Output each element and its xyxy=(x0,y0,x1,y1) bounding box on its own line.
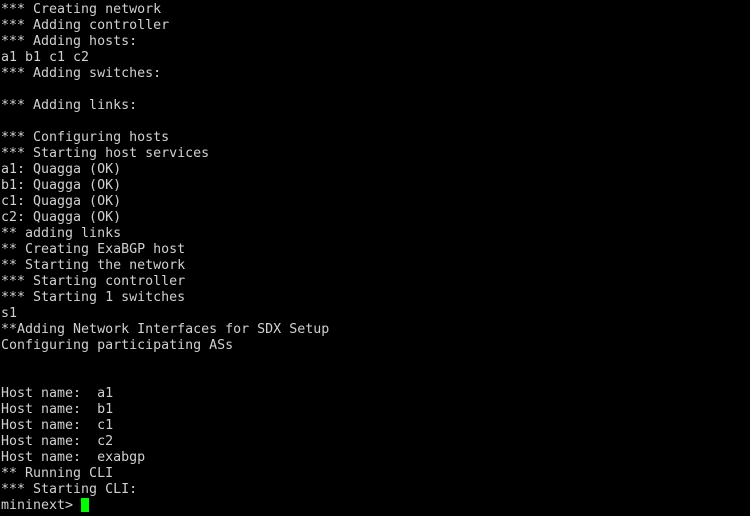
terminal-line: ** Creating ExaBGP host xyxy=(1,242,186,257)
terminal-line: *** Starting 1 switches xyxy=(1,290,186,305)
terminal-line: Host name: c2 xyxy=(1,434,114,449)
terminal-line: *** Starting controller xyxy=(1,274,186,289)
terminal-line: *** Configuring hosts xyxy=(1,130,170,145)
terminal-line: Host name: b1 xyxy=(1,402,114,417)
terminal-line: b1: Quagga (OK) xyxy=(1,178,122,193)
terminal-line: c2: Quagga (OK) xyxy=(1,210,122,225)
terminal-line: **Adding Network Interfaces for SDX Setu… xyxy=(1,322,330,337)
terminal-line: Host name: c1 xyxy=(1,418,114,433)
terminal-line: Host name: exabgp xyxy=(1,450,146,465)
terminal-window[interactable]: *** Creating network *** Adding controlle… xyxy=(0,0,750,516)
terminal-line: a1 b1 c1 c2 xyxy=(1,50,90,65)
terminal-line: ** Running CLI xyxy=(1,466,114,481)
terminal-line: *** Creating network xyxy=(1,2,162,17)
terminal-prompt-text: mininext> xyxy=(1,498,82,513)
terminal-line: *** Starting CLI: xyxy=(1,482,138,497)
terminal-line: s1 xyxy=(1,306,18,321)
terminal-line: ** adding links xyxy=(1,226,122,241)
terminal-line: *** Starting host services xyxy=(1,146,210,161)
terminal-line: *** Adding controller xyxy=(1,18,170,33)
terminal-line: *** Adding hosts: xyxy=(1,34,138,49)
terminal-line: Host name: a1 xyxy=(1,386,114,401)
terminal-output: *** Creating network *** Adding controlle… xyxy=(1,2,750,498)
terminal-line: *** Adding switches: xyxy=(1,66,162,81)
terminal-prompt-line[interactable]: mininext> xyxy=(1,498,750,514)
terminal-line: a1: Quagga (OK) xyxy=(1,162,122,177)
terminal-line: *** Adding links: xyxy=(1,98,138,113)
terminal-line: Configuring participating ASs xyxy=(1,338,234,353)
terminal-line: c1: Quagga (OK) xyxy=(1,194,122,209)
block-cursor-icon xyxy=(81,498,90,512)
terminal-line: ** Starting the network xyxy=(1,258,186,273)
